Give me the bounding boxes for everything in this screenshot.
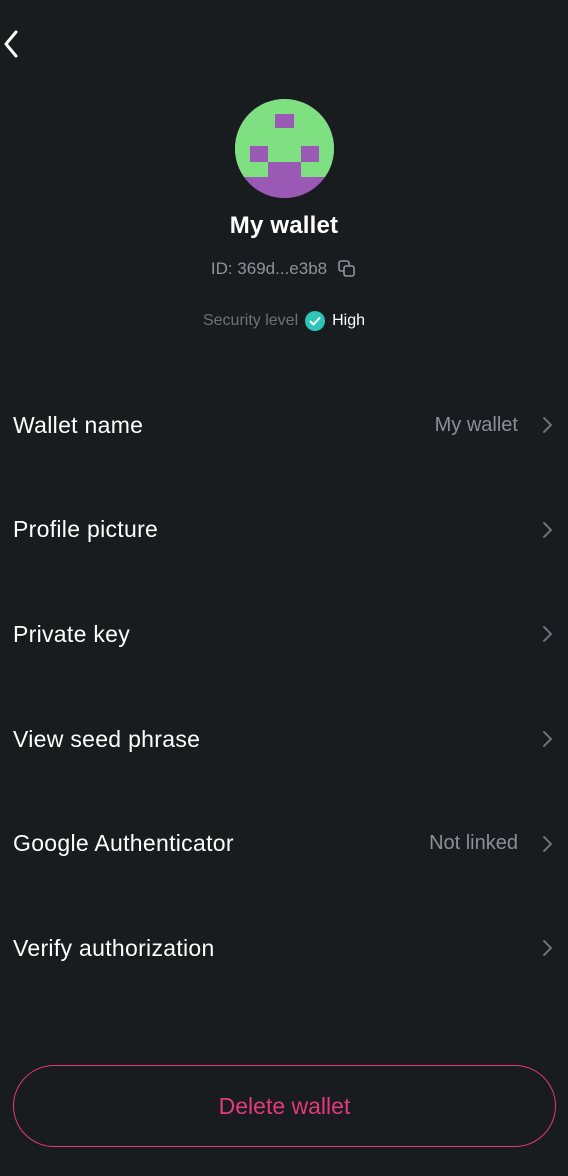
delete-wallet-button[interactable]: Delete wallet [13,1065,556,1147]
check-circle-icon [304,310,326,332]
menu-item-value: My wallet [434,413,518,436]
menu-item-view-seed-phrase[interactable]: View seed phrase [0,687,568,792]
menu-item-label: Private key [13,620,131,647]
security-value: High [332,312,366,329]
chevron-right-icon [540,938,554,958]
menu-item-label: Google Authenticator [13,830,234,857]
menu-item-value: Not linked [429,832,518,855]
menu-item-label: Verify authorization [13,934,215,961]
menu-item-private-key[interactable]: Private key [0,582,568,687]
menu-item-label: Profile picture [13,516,159,543]
chevron-left-icon [2,29,20,59]
chevron-right-icon [540,415,554,435]
wallet-title: My wallet [229,212,339,239]
menu-item-wallet-name[interactable]: Wallet name My wallet [0,373,568,478]
security-level-row: Security level High [0,310,568,332]
menu-item-verify-authorization[interactable]: Verify authorization [0,896,568,1001]
wallet-id: ID: 369d...e3b8 [210,259,328,278]
chevron-right-icon [540,520,554,540]
chevron-right-icon [540,624,554,644]
menu-item-label: View seed phrase [13,725,201,752]
copy-icon[interactable] [337,259,357,279]
wallet-id-row: ID: 369d...e3b8 [0,259,568,279]
avatar [235,99,334,198]
menu-item-google-authenticator[interactable]: Google Authenticator Not linked [0,791,568,896]
settings-menu: Wallet name My wallet Profile picture Pr… [0,373,568,1001]
back-button[interactable] [0,24,42,64]
chevron-right-icon [540,834,554,854]
menu-item-profile-picture[interactable]: Profile picture [0,478,568,583]
menu-item-label: Wallet name [13,411,144,438]
chevron-right-icon [540,729,554,749]
security-label: Security level [202,312,299,329]
